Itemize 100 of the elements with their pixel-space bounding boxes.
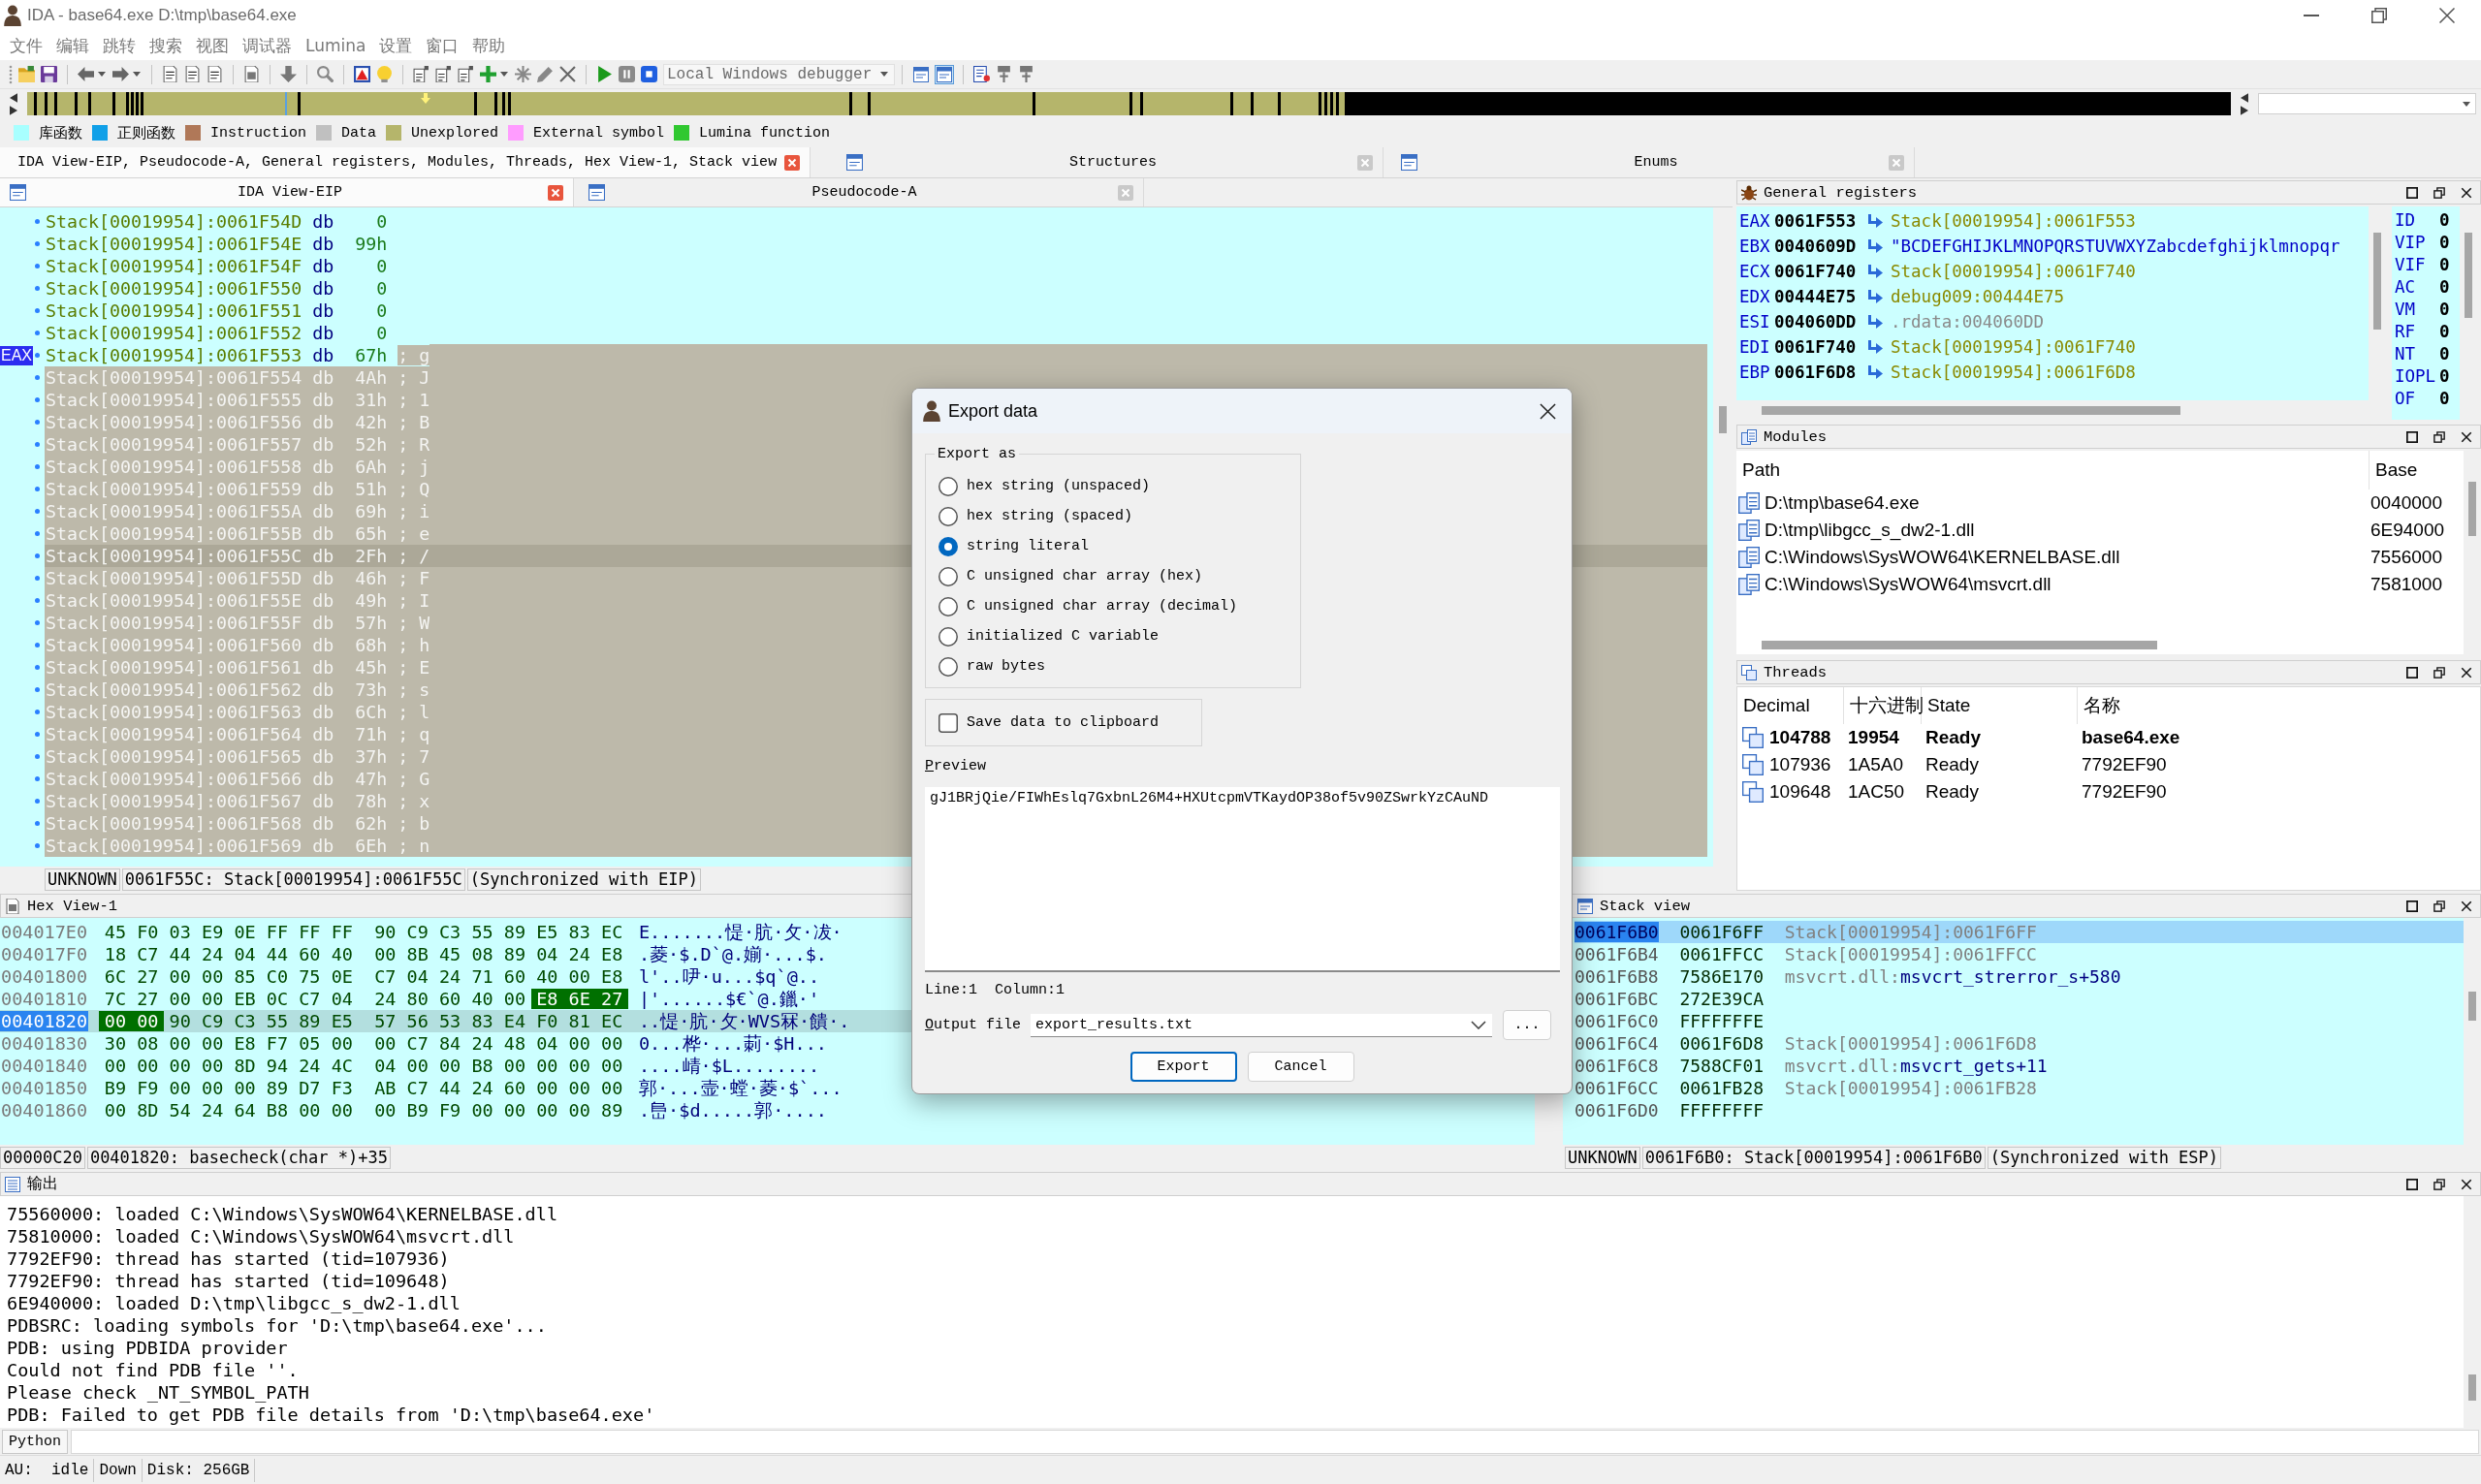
scroll-right-icon[interactable] — [10, 105, 17, 115]
register-value: 004060DD — [1774, 312, 1858, 332]
register-value: 0061F6D8 — [1774, 363, 1858, 382]
document-icon[interactable] — [162, 66, 178, 82]
export-button[interactable]: Export — [1129, 1052, 1237, 1082]
scroll-left-icon[interactable] — [10, 92, 17, 103]
pin-icon[interactable] — [1018, 66, 1034, 82]
restore-icon[interactable] — [2371, 8, 2387, 23]
light-bulb-icon[interactable] — [376, 66, 393, 82]
document-icon[interactable] — [458, 66, 474, 82]
debugger-dropdown[interactable]: Local Windows debugger — [663, 63, 895, 85]
down-arrow-icon[interactable] — [280, 66, 297, 82]
hex-byte: 55 — [265, 1011, 290, 1031]
maximize-icon[interactable] — [2406, 900, 2418, 912]
python-button[interactable]: Python — [2, 1429, 68, 1454]
hex-byte: 45 — [438, 944, 462, 964]
hex-byte: 00 — [298, 1100, 322, 1121]
close-icon[interactable] — [2461, 900, 2472, 912]
float-icon[interactable] — [2433, 666, 2445, 679]
thread-icon — [1742, 754, 1764, 775]
radio-option[interactable]: string literal — [938, 531, 1300, 561]
tab-close-icon[interactable] — [548, 184, 563, 201]
float-icon[interactable] — [2433, 186, 2445, 199]
tab-close-icon[interactable] — [784, 154, 800, 171]
register-target: Stack[00019954]:0061F6D8 — [1891, 363, 2136, 382]
close-icon[interactable] — [2461, 1178, 2472, 1190]
close-icon[interactable] — [1540, 402, 1556, 420]
float-icon[interactable] — [2433, 430, 2445, 443]
cancel-button[interactable]: Cancel — [1247, 1052, 1354, 1082]
close-icon[interactable] — [2461, 430, 2472, 443]
asterisk-icon[interactable] — [515, 66, 531, 82]
hex-byte: 89 — [298, 1011, 322, 1031]
close-icon[interactable] — [2439, 8, 2455, 23]
close-icon[interactable] — [2461, 666, 2472, 679]
document-icon[interactable] — [184, 66, 201, 82]
maximize-icon[interactable] — [2406, 430, 2418, 443]
document-icon[interactable] — [413, 66, 429, 82]
hex-byte: 00 — [373, 1100, 398, 1121]
caret-icon[interactable] — [500, 72, 508, 77]
radio-option[interactable]: initialized C variable — [938, 621, 1300, 651]
back-arrow-icon[interactable] — [78, 66, 94, 82]
caret-icon[interactable] — [133, 72, 141, 77]
hex-byte: EC — [600, 1011, 624, 1031]
maximize-icon[interactable] — [2406, 186, 2418, 199]
output-line: PDBSRC: loading symbols for 'D:\tmp\base64.exe'... — [7, 1314, 548, 1337]
radio-option[interactable]: C unsigned char array (decimal) — [938, 591, 1300, 621]
search-icon[interactable] — [317, 66, 334, 82]
cross-icon[interactable] — [559, 66, 576, 82]
hex-byte: 54 — [168, 1100, 192, 1121]
register-target: .rdata:004060DD — [1891, 312, 2045, 332]
radio-option[interactable]: hex string (spaced) — [938, 501, 1300, 531]
window-icon[interactable] — [936, 65, 953, 83]
picture-icon[interactable] — [354, 66, 370, 82]
radio-option[interactable]: hex string (unspaced) — [938, 471, 1300, 501]
stop-icon[interactable] — [641, 66, 657, 82]
hex-byte: 00 — [502, 989, 527, 1009]
browse-button[interactable]: ... — [1503, 1010, 1551, 1040]
flag-value: 0 — [2439, 343, 2450, 363]
caret-icon[interactable] — [98, 72, 106, 77]
hex-byte: 27 — [136, 989, 160, 1009]
grip-icon[interactable] — [9, 64, 13, 84]
output-file-dropdown[interactable]: export_results.txt — [1031, 1013, 1492, 1037]
radio-option[interactable]: C unsigned char array (hex) — [938, 561, 1300, 591]
forward-arrow-icon[interactable] — [112, 66, 129, 82]
preview-field[interactable]: gJ1BRjQie/FIWhEslq7GxbnL26M4+HXUtcpmVTKaydOP38of5v90ZSwrkYzCAuND — [925, 787, 1560, 972]
close-icon[interactable] — [2461, 186, 2472, 199]
document-icon[interactable] — [207, 66, 223, 82]
bullet-icon — [35, 576, 40, 581]
flag-value: 0 — [2439, 209, 2450, 230]
pencil-icon[interactable] — [537, 66, 554, 82]
float-icon[interactable] — [2433, 900, 2445, 912]
line-indicator: Line:1 — [925, 981, 977, 1000]
jump-arrow-icon — [1867, 340, 1883, 354]
document-icon[interactable] — [973, 66, 990, 82]
play-icon[interactable] — [596, 66, 613, 82]
pin-icon[interactable] — [996, 66, 1012, 82]
hex-byte: 56 — [405, 1011, 429, 1031]
plus-icon[interactable] — [480, 66, 496, 82]
scroll-left-icon[interactable] — [2241, 92, 2248, 103]
output-line: PDB: Failed to get PDB file details from 'D:\tmp\base64.exe' — [7, 1404, 656, 1426]
radio-option[interactable]: raw bytes — [938, 651, 1300, 681]
thread-icon — [1742, 781, 1764, 803]
tab[interactable]: IDA View-EIP, Pseudocode-A, General registers, Modules, Threads, Hex View-1, Stack view — [0, 147, 811, 177]
command-input-field[interactable] — [71, 1429, 2479, 1454]
pause-icon[interactable] — [619, 66, 635, 82]
tab[interactable]: IDA View-EIP — [0, 178, 574, 206]
listing-line: Stack[00019954]:0061F54D db 0 — [45, 210, 388, 233]
document-icon[interactable] — [435, 66, 452, 82]
hex-byte: 60 — [438, 989, 462, 1009]
float-icon[interactable] — [2433, 1178, 2445, 1190]
hex-byte: 24 — [298, 1056, 322, 1076]
maximize-icon[interactable] — [2406, 1178, 2418, 1190]
maximize-icon[interactable] — [2406, 666, 2418, 679]
navigation-band-drawing[interactable] — [27, 92, 2231, 115]
window-icon[interactable] — [912, 65, 930, 83]
clipboard-checkbox[interactable]: Save data to clipboard — [938, 708, 1160, 738]
folder-icon[interactable] — [18, 66, 35, 82]
output-line: Please check _NT_SYMBOL_PATH — [7, 1381, 310, 1404]
vertical-scrollbar[interactable] — [2464, 1196, 2481, 1428]
scroll-right-icon[interactable] — [2241, 105, 2248, 115]
